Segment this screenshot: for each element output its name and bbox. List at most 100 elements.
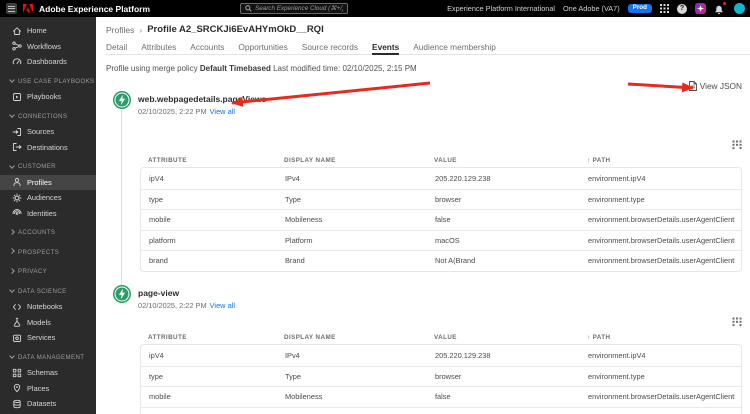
view-all-link[interactable]: View all	[210, 107, 235, 116]
sidebar-item-destinations[interactable]: Destinations	[0, 140, 96, 156]
ai-assistant-icon[interactable]	[695, 3, 706, 14]
sidebar-item-workflows[interactable]: Workflows	[0, 39, 96, 55]
path-cell: environment.browserDetails.userAgentClie…	[588, 215, 735, 225]
tab-attributes[interactable]: Attributes	[141, 41, 176, 55]
merge-policy-line: Profile using merge policy Default Timeb…	[106, 64, 417, 73]
last-modified-time: 02/10/2025, 2:15 PM	[342, 64, 417, 73]
event-meta: 02/10/2025, 2:22 PM View all	[138, 107, 235, 116]
sidebar-section-data-management[interactable]: DATA MANAGEMENT	[0, 350, 96, 366]
customize-table-icon[interactable]	[732, 137, 742, 150]
column-header-attribute[interactable]: ATTRIBUTE	[140, 334, 284, 341]
value-cell: browser	[435, 194, 462, 204]
event-attributes-table: ATTRIBUTE DISPLAY NAME VALUE ↑ PATH ipV4 IPv4 2…	[140, 137, 742, 272]
path-cell: environment.ipV4	[588, 350, 646, 360]
sidebar-section-use-case-playbooks[interactable]: USE CASE PLAYBOOKS	[0, 74, 96, 90]
search-icon	[245, 5, 252, 12]
tab-events[interactable]: Events	[372, 41, 400, 55]
event-meta: 02/10/2025, 2:22 PM View all	[138, 301, 235, 310]
sidebar-section-privacy[interactable]: PRIVACY	[0, 264, 96, 280]
app-switcher-icon[interactable]	[6, 3, 17, 14]
event-name: page-view	[138, 288, 180, 298]
notification-badge	[722, 0, 727, 6]
section-label: USE CASE PLAYBOOKS	[18, 77, 95, 85]
sidebar-item-label: Dashboards	[27, 57, 67, 67]
sidebar-item-identities[interactable]: Identities	[0, 206, 96, 222]
sidebar-item-notebooks[interactable]: Notebooks	[0, 299, 96, 315]
event-attributes-table: ATTRIBUTE DISPLAY NAME VALUE ↑ PATH ipV4 IPv4 2…	[140, 314, 742, 414]
search-placeholder: Search Experience Cloud (⌘+/)	[255, 5, 343, 12]
breadcrumb: Profiles › Profile A2_SRCKJi6EvAHYmOkD__…	[106, 24, 324, 35]
event-status-icon	[113, 91, 131, 109]
value-cell: false	[435, 392, 451, 402]
notifications-bell-icon[interactable]	[714, 0, 727, 15]
tab-accounts[interactable]: Accounts	[190, 41, 224, 55]
section-label: DATA SCIENCE	[18, 287, 67, 295]
tab-audience-membership[interactable]: Audience membership	[413, 41, 496, 55]
customize-table-icon[interactable]	[732, 314, 742, 327]
event-timestamp: 02/10/2025, 2:22 PM	[138, 107, 207, 116]
column-header-display-name[interactable]: DISPLAY NAME	[284, 157, 434, 164]
app-grid-icon[interactable]	[660, 4, 669, 13]
value-cell: browser	[435, 371, 462, 381]
sidebar-item-label: Models	[27, 317, 51, 327]
sidebar-item-profiles[interactable]: Profiles	[0, 174, 96, 190]
view-all-link[interactable]: View all	[210, 301, 235, 310]
sidebar-item-datasets[interactable]: Datasets	[0, 396, 96, 412]
tab-detail[interactable]: Detail	[106, 41, 127, 55]
sources-icon	[12, 127, 22, 137]
sandbox-name[interactable]: One Adobe (VA7)	[563, 4, 620, 13]
breadcrumb-profiles-link[interactable]: Profiles	[106, 25, 134, 35]
display-name-cell: Brand	[285, 256, 305, 266]
event-status-icon	[113, 285, 131, 303]
column-header-value[interactable]: VALUE	[434, 334, 587, 341]
sidebar-section-accounts[interactable]: ACCOUNTS	[0, 225, 96, 241]
value-cell: false	[435, 215, 451, 225]
column-header-path[interactable]: ↑ PATH	[587, 157, 742, 164]
sidebar-section-data-science[interactable]: DATA SCIENCE	[0, 284, 96, 300]
table-row: mobile Mobileness false environment.browser…	[141, 209, 741, 230]
help-icon[interactable]: ?	[677, 3, 687, 14]
sidebar-item-dashboards[interactable]: Dashboards	[0, 54, 96, 70]
destinations-icon	[12, 142, 22, 152]
view-json-button[interactable]: View JSON	[688, 81, 742, 91]
column-header-value[interactable]: VALUE	[434, 157, 587, 164]
profiles-icon	[12, 177, 22, 187]
attribute-cell: brand	[149, 256, 168, 266]
sort-ascending-icon: ↑	[587, 333, 591, 341]
sidebar-item-playbooks[interactable]: Playbooks	[0, 89, 96, 105]
table-row: type Type browser environment.type	[141, 188, 741, 209]
sidebar-item-models[interactable]: Models	[0, 315, 96, 331]
column-header-label: ATTRIBUTE	[148, 156, 187, 164]
sidebar-item-schemas[interactable]: Schemas	[0, 365, 96, 381]
sidebar-item-home[interactable]: Home	[0, 23, 96, 39]
path-cell: environment.type	[588, 194, 645, 204]
user-avatar[interactable]	[734, 3, 745, 14]
column-header-attribute[interactable]: ATTRIBUTE	[140, 157, 284, 164]
environment-badge: Prod	[627, 4, 652, 13]
tab-opportunities[interactable]: Opportunities	[238, 41, 287, 55]
sidebar-item-audiences[interactable]: Audiences	[0, 190, 96, 206]
table-row: brand Brand Not A(Brand environment.browser…	[141, 250, 741, 271]
sidebar-section-prospects[interactable]: PROSPECTS	[0, 245, 96, 261]
home-icon	[12, 26, 22, 36]
global-search-input[interactable]: Search Experience Cloud (⌘+/)	[240, 3, 348, 14]
table-row: platform Platform macOS environment.browser…	[141, 229, 741, 250]
sidebar-section-connections[interactable]: CONNECTIONS	[0, 109, 96, 125]
value-cell: Not A(Brand	[435, 256, 476, 266]
org-name[interactable]: Experience Platform International	[447, 4, 555, 13]
tab-source-records[interactable]: Source records	[302, 41, 358, 55]
column-header-label: DISPLAY NAME	[284, 333, 336, 341]
sidebar-item-places[interactable]: Places	[0, 381, 96, 397]
sidebar-item-services[interactable]: Services	[0, 330, 96, 346]
adobe-logo-icon	[23, 4, 33, 13]
services-icon	[12, 333, 22, 343]
column-header-path[interactable]: ↑ PATH	[587, 334, 742, 341]
table-row: ipV4 IPv4 205.220.129.238 environment.ipV4	[141, 345, 741, 366]
table-row: type Type browser environment.type	[141, 365, 741, 386]
chevron-right-icon	[9, 228, 15, 235]
table-row: mobile Mobileness false environment.browser…	[141, 386, 741, 407]
sidebar-item-label: Playbooks	[27, 92, 62, 102]
sidebar-section-customer[interactable]: CUSTOMER	[0, 159, 96, 175]
column-header-display-name[interactable]: DISPLAY NAME	[284, 334, 434, 341]
sidebar-item-sources[interactable]: Sources	[0, 124, 96, 140]
